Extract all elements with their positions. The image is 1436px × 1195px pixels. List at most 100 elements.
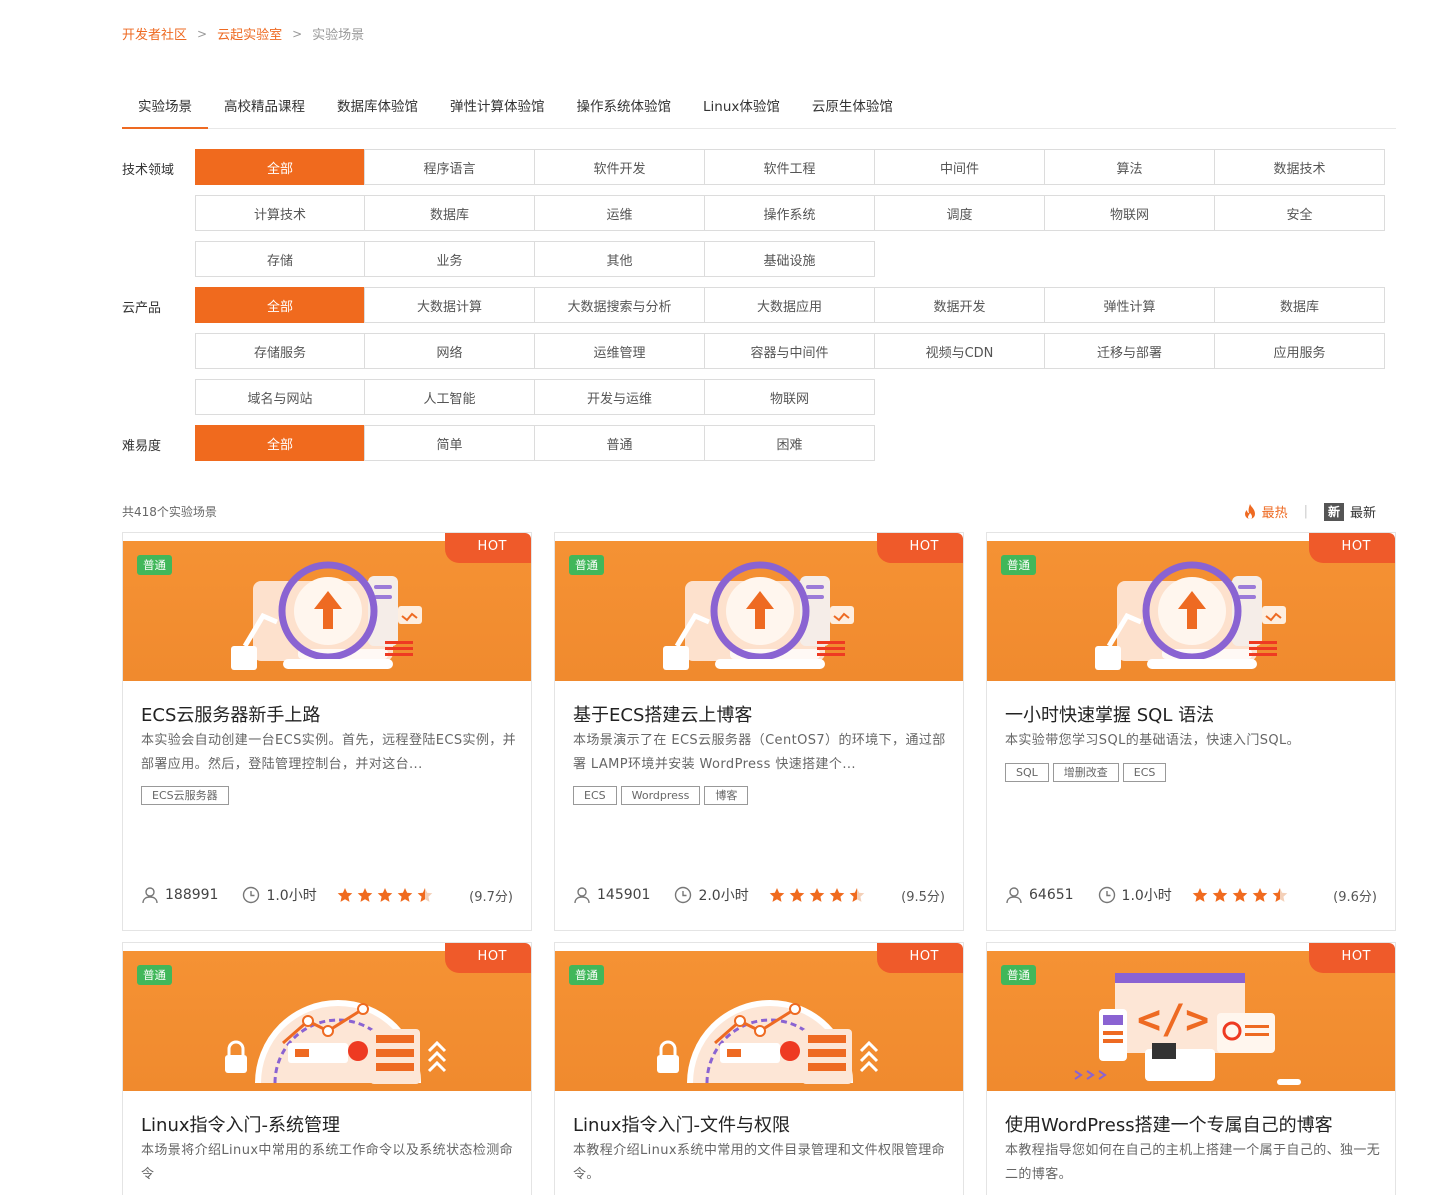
scene-card[interactable]: 普通 HOT 基于ECS搭建云上博客 本场景演示了在 ECS云服务器（CentO…	[554, 532, 964, 931]
filter-option-difficulty[interactable]: 简单	[364, 425, 535, 461]
filter-option-product[interactable]: 全部	[195, 287, 365, 323]
filter-option-tech[interactable]: 软件开发	[534, 149, 705, 185]
breadcrumb-developer-community[interactable]: 开发者社区	[122, 24, 187, 43]
star-icon	[1192, 888, 1208, 902]
scene-card[interactable]: 普通 HOT Linux指令入门-文件与权限 本教程介绍Linux系统中常用的文…	[554, 942, 964, 1195]
filter-option-product[interactable]: 大数据搜索与分析	[534, 287, 705, 323]
filter-option-product[interactable]: 存储服务	[195, 333, 365, 369]
filter-option-product[interactable]: 迁移与部署	[1044, 333, 1215, 369]
difficulty-badge: 普通	[137, 965, 172, 985]
hot-badge: HOT	[445, 533, 531, 563]
breadcrumb-separator: >	[197, 26, 208, 41]
participants: 188991	[141, 886, 218, 904]
filter-option-product[interactable]: 网络	[364, 333, 535, 369]
filter-option-product[interactable]: 数据开发	[874, 287, 1045, 323]
card-title[interactable]: Linux指令入门-系统管理	[141, 1111, 340, 1137]
difficulty-badge: 普通	[137, 555, 172, 575]
filter-grid-difficulty: 全部 简单 普通 困难	[195, 425, 1385, 461]
card-tag[interactable]: 增删改查	[1052, 762, 1119, 782]
scene-card[interactable]: </> 普通 HOT 使用WordPress搭建一个专属自己的博客 本教程指导您…	[986, 942, 1396, 1195]
card-tag[interactable]: ECS	[573, 786, 617, 805]
filter-option-tech[interactable]: 数据技术	[1214, 149, 1385, 185]
filter-option-product[interactable]: 运维管理	[534, 333, 705, 369]
filter-option-tech[interactable]: 软件工程	[704, 149, 875, 185]
filter-label-product: 云产品	[122, 301, 162, 316]
tab-lab-scenes[interactable]: 实验场景	[122, 88, 208, 129]
card-description: 本场景演示了在 ECS云服务器（CentOS7）的环境下，通过部署 LAMP环境…	[573, 733, 946, 772]
filter-option-difficulty[interactable]: 全部	[195, 425, 365, 461]
filter-option-tech[interactable]: 数据库	[364, 195, 535, 231]
rating-score: (9.5分)	[901, 889, 945, 905]
filter-option-difficulty[interactable]: 普通	[534, 425, 705, 461]
scene-card[interactable]: 普通 HOT 一小时快速掌握 SQL 语法 本实验带您学习SQL的基础语法，快速…	[986, 532, 1396, 931]
filter-option-difficulty[interactable]: 困难	[704, 425, 875, 461]
card-tag[interactable]: ECS云服务器	[141, 786, 229, 805]
filter-option-tech[interactable]: 程序语言	[364, 149, 535, 185]
filter-option-product[interactable]: 人工智能	[364, 379, 535, 415]
filter-option-product[interactable]: 容器与中间件	[704, 333, 875, 369]
card-tags: ECS云服务器	[141, 786, 229, 805]
card-title[interactable]: 一小时快速掌握 SQL 语法	[1005, 701, 1214, 727]
card-title[interactable]: 基于ECS搭建云上博客	[573, 701, 752, 727]
rating-stars	[769, 887, 865, 903]
difficulty-badge: 普通	[569, 555, 604, 575]
sort-hot-button[interactable]: 最热	[1242, 502, 1288, 521]
filter-option-product[interactable]: 大数据计算	[364, 287, 535, 323]
filter-option-tech[interactable]: 运维	[534, 195, 705, 231]
filter-option-tech[interactable]: 物联网	[1044, 195, 1215, 231]
card-tag[interactable]: 博客	[704, 786, 749, 805]
new-badge-icon: 新	[1323, 502, 1344, 521]
filter-option-tech[interactable]: 安全	[1214, 195, 1385, 231]
tab-os-hall[interactable]: 操作系统体验馆	[561, 88, 688, 129]
duration: 1.0小时	[1098, 885, 1172, 905]
filter-option-tech[interactable]: 业务	[364, 241, 535, 277]
hot-badge: HOT	[1309, 533, 1395, 563]
filter-option-product[interactable]: 域名与网站	[195, 379, 365, 415]
filter-option-product[interactable]: 开发与运维	[534, 379, 705, 415]
filter-option-tech[interactable]: 算法	[1044, 149, 1215, 185]
filter-option-tech[interactable]: 其他	[534, 241, 705, 277]
hot-badge: HOT	[877, 533, 963, 563]
filter-option-product[interactable]: 应用服务	[1214, 333, 1385, 369]
tab-linux-hall[interactable]: Linux体验馆	[687, 88, 796, 129]
sort-new-button[interactable]: 新 最新	[1323, 502, 1376, 521]
star-icon	[1252, 888, 1268, 902]
filter-option-tech[interactable]: 基础设施	[704, 241, 875, 277]
filter-option-product[interactable]: 物联网	[704, 379, 875, 415]
card-description: 本场景将介绍Linux中常用的系统工作命令以及系统状态检测命令	[141, 1143, 514, 1182]
category-tabs: 实验场景 高校精品课程 数据库体验馆 弹性计算体验馆 操作系统体验馆 Linux…	[122, 88, 1396, 129]
breadcrumb-cloud-lab[interactable]: 云起实验室	[217, 24, 282, 43]
filter-option-product[interactable]: 弹性计算	[1044, 287, 1215, 323]
card-description: 本教程指导您如何在自己的主机上搭建一个属于自己的、独一无二的博客。	[1005, 1143, 1381, 1182]
filter-option-product[interactable]: 大数据应用	[704, 287, 875, 323]
filter-option-product[interactable]: 数据库	[1214, 287, 1385, 323]
difficulty-badge: 普通	[569, 965, 604, 985]
card-title[interactable]: ECS云服务器新手上路	[141, 701, 320, 727]
filter-option-product[interactable]: 视频与CDN	[874, 333, 1045, 369]
filter-option-tech[interactable]: 调度	[874, 195, 1045, 231]
card-title[interactable]: Linux指令入门-文件与权限	[573, 1111, 790, 1137]
star-icon	[809, 888, 825, 902]
card-tag[interactable]: ECS	[1122, 762, 1167, 782]
star-icon	[769, 888, 785, 902]
tab-database-hall[interactable]: 数据库体验馆	[321, 88, 434, 129]
filter-option-tech[interactable]: 计算技术	[195, 195, 365, 231]
participants: 145901	[573, 886, 650, 904]
card-tag[interactable]: SQL	[1005, 762, 1049, 782]
filter-option-tech[interactable]: 中间件	[874, 149, 1045, 185]
filter-option-tech[interactable]: 存储	[195, 241, 365, 277]
tab-university-courses[interactable]: 高校精品课程	[208, 88, 321, 129]
filter-label-difficulty: 难易度	[122, 439, 162, 454]
card-tag[interactable]: Wordpress	[620, 786, 701, 805]
tab-cloud-native-hall[interactable]: 云原生体验馆	[796, 88, 909, 129]
rating-stars	[1192, 887, 1288, 903]
scene-card[interactable]: 普通 HOT ECS云服务器新手上路 本实验会自动创建一台ECS实例。首先，远程…	[122, 532, 532, 931]
hot-badge: HOT	[445, 943, 531, 973]
participants: 64651	[1005, 886, 1074, 904]
filter-option-tech[interactable]: 操作系统	[704, 195, 875, 231]
card-tags: ECS Wordpress 博客	[573, 786, 749, 805]
scene-card[interactable]: 普通 HOT Linux指令入门-系统管理 本场景将介绍Linux中常用的系统工…	[122, 942, 532, 1195]
filter-option-tech[interactable]: 全部	[195, 149, 365, 185]
tab-elastic-compute-hall[interactable]: 弹性计算体验馆	[434, 88, 561, 129]
card-title[interactable]: 使用WordPress搭建一个专属自己的博客	[1005, 1111, 1333, 1137]
